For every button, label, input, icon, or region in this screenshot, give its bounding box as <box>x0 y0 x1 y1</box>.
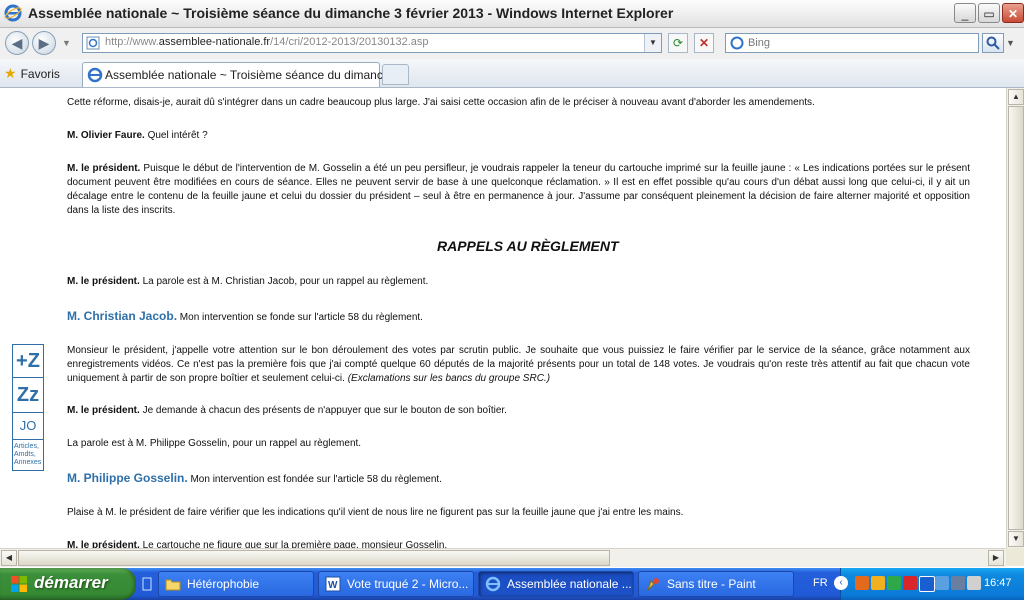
volume-icon[interactable] <box>967 576 981 590</box>
bing-icon <box>730 36 744 50</box>
favorites-bar: ★ Favoris Assemblée nationale ~ Troisième… <box>0 59 1024 88</box>
search-icon <box>986 36 1000 50</box>
deputy-link[interactable]: M. Christian Jacob. <box>67 309 177 323</box>
tray-app-icon[interactable] <box>919 576 935 592</box>
ie-icon <box>485 576 501 592</box>
page-icon <box>86 36 100 50</box>
system-tray: FR ‹ 16:47 <box>813 568 1024 600</box>
back-button[interactable]: ◀ <box>5 31 29 55</box>
stop-button[interactable]: ✕ <box>694 33 714 53</box>
taskbar-item-word[interactable]: W Vote truqué 2 - Micro... <box>318 571 474 597</box>
taskbar-item-assemblee[interactable]: Assemblée nationale ... <box>478 571 634 597</box>
side-toolbar: +Z Zz JO Articles, Amdts, Annexes <box>12 344 44 471</box>
tray-expand-icon[interactable]: ‹ <box>834 576 848 590</box>
forward-button[interactable]: ▶ <box>32 31 56 55</box>
scroll-corner <box>1006 548 1024 566</box>
journal-officiel-button[interactable]: JO <box>13 413 43 440</box>
taskbar-item-heterophobie[interactable]: Hétérophobie <box>158 571 314 597</box>
tray-app-icon[interactable] <box>887 576 901 590</box>
navigation-bar: ◀ ▶ ▼ http://www.assemblee-nationale.fr/… <box>0 28 1024 59</box>
scroll-down-icon[interactable]: ▼ <box>1008 531 1024 547</box>
network-icon[interactable] <box>935 576 949 590</box>
paragraph: Monsieur le président, j'appelle votre a… <box>67 345 970 384</box>
paragraph: Cette réforme, disais-je, aurait dû s'in… <box>67 97 815 108</box>
search-button[interactable] <box>982 33 1004 53</box>
scroll-thumb[interactable] <box>1008 106 1024 530</box>
title-bar: Assemblée nationale ~ Troisième séance d… <box>0 0 1024 28</box>
articles-annexes-button[interactable]: Articles, Amdts, Annexes <box>13 440 43 470</box>
speaker-name: M. le président. <box>67 405 140 416</box>
folder-icon <box>165 579 181 591</box>
tray-app-icon[interactable] <box>903 576 917 590</box>
scroll-up-icon[interactable]: ▲ <box>1008 89 1024 105</box>
speaker-name: M. le président. <box>67 163 141 174</box>
svg-text:W: W <box>328 580 338 591</box>
scroll-thumb[interactable] <box>18 550 610 566</box>
word-icon: W <box>325 576 341 592</box>
tray-app-icon[interactable] <box>871 576 885 590</box>
close-button[interactable]: ✕ <box>1002 3 1024 23</box>
page-icon <box>87 67 103 83</box>
tray-app-icon[interactable] <box>855 576 869 590</box>
horizontal-scrollbar[interactable]: ◀ ▶ <box>0 548 1006 567</box>
paragraph: M. le président. Le cartouche ne figure … <box>67 539 447 548</box>
clock: 16:47 <box>984 577 1012 589</box>
page-content: Cette réforme, disais-je, aurait dû s'in… <box>0 88 1006 548</box>
deputy-link[interactable]: M. Philippe Gosselin. <box>67 471 188 485</box>
star-icon: ★ <box>4 65 17 81</box>
refresh-button[interactable]: ⟳ <box>668 33 688 53</box>
internet-explorer-icon <box>4 4 22 22</box>
paragraph: La parole est à M. Philippe Gosselin, po… <box>67 438 362 449</box>
language-indicator[interactable]: FR <box>813 577 828 589</box>
favorites-button[interactable]: ★ Favoris <box>4 65 60 82</box>
start-label: démarrer <box>34 573 108 592</box>
windows-logo-icon <box>11 576 27 592</box>
scroll-left-icon[interactable]: ◀ <box>1 550 17 566</box>
address-dropdown-icon[interactable]: ▼ <box>644 34 661 52</box>
maximize-button[interactable]: ▭ <box>978 3 1000 23</box>
speaker-name: M. Olivier Faure. <box>67 130 145 141</box>
search-input[interactable]: Bing <box>725 33 979 53</box>
window-title: Assemblée nationale ~ Troisième séance d… <box>28 5 674 21</box>
scroll-right-icon[interactable]: ▶ <box>988 550 1004 566</box>
search-options-icon[interactable]: ▼ <box>1006 38 1015 48</box>
speaker-name: M. le président. <box>67 276 140 287</box>
taskbar-item-paint[interactable]: Sans titre - Paint <box>638 571 794 597</box>
paragraph: M. le président. Puisque le début de l'i… <box>67 163 971 216</box>
taskbar: démarrer Hétérophobie W Vote truqué 2 - … <box>0 568 1024 600</box>
zoom-text-button[interactable]: +Z <box>13 345 43 378</box>
paragraph: Plaise à M. le président de faire vérifi… <box>67 507 684 518</box>
applause-note: (Exclamations sur les bancs du groupe SR… <box>347 373 551 384</box>
section-title: RAPPELS AU RÈGLEMENT <box>437 238 619 254</box>
quick-launch-icon[interactable] <box>141 576 153 592</box>
paragraph: M. le président. Je demande à chacun des… <box>67 405 507 416</box>
url-text: http://www.assemblee-nationale.fr/14/cri… <box>105 36 429 48</box>
speaker-name: M. le président. <box>67 540 140 548</box>
search-placeholder: Bing <box>748 37 771 49</box>
history-dropdown-icon[interactable]: ▼ <box>62 38 71 48</box>
tray-app-icon[interactable] <box>951 576 965 590</box>
paragraph: M. le président. La parole est à M. Chri… <box>67 276 429 287</box>
paragraph: M. Christian Jacob. Mon intervention se … <box>67 309 423 323</box>
start-button[interactable]: démarrer <box>0 568 136 600</box>
paint-icon <box>647 578 659 591</box>
vertical-scrollbar[interactable]: ▲ ▼ <box>1006 88 1024 548</box>
paragraph: M. Philippe Gosselin. Mon intervention e… <box>67 471 442 485</box>
minimize-button[interactable]: _ <box>954 3 976 23</box>
tab-assemblee-nationale[interactable]: Assemblée nationale ~ Troisième séance d… <box>82 62 406 87</box>
paragraph: M. Olivier Faure. Quel intérêt ? <box>67 130 208 141</box>
sleep-button[interactable]: Zz <box>13 378 43 413</box>
new-tab-button[interactable] <box>382 64 409 85</box>
address-input[interactable]: http://www.assemblee-nationale.fr/14/cri… <box>82 33 662 53</box>
